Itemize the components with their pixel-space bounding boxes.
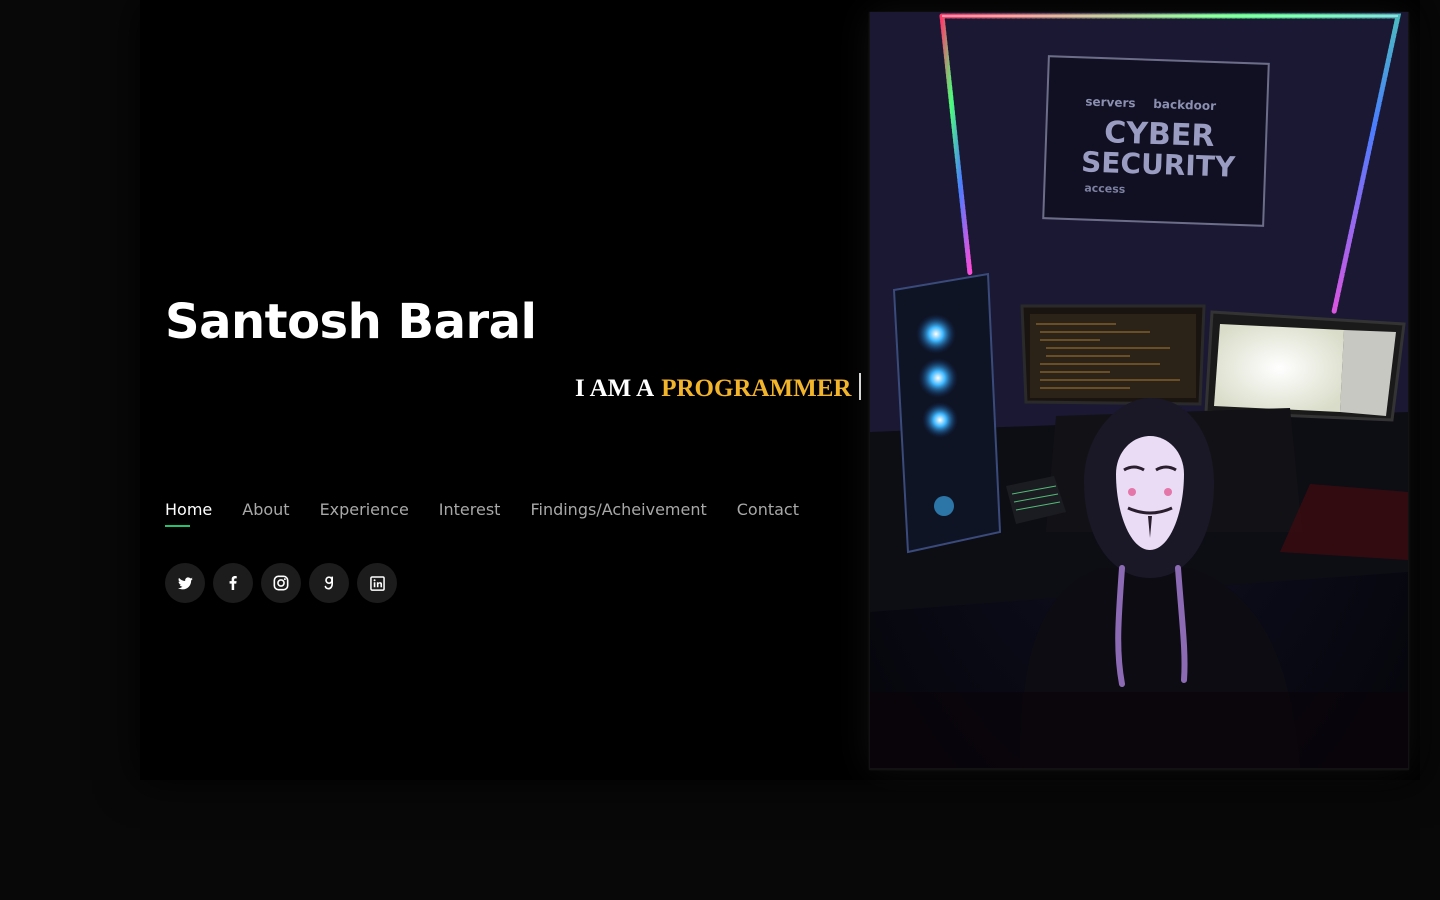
nav-findings-achievement[interactable]: Findings/Acheivement xyxy=(530,498,706,522)
hero-tagline: I AM A PROGRAMMER xyxy=(575,372,862,406)
poster-line-security: SECURITY xyxy=(1081,145,1237,183)
instagram-icon xyxy=(273,575,289,591)
nav-interest[interactable]: Interest xyxy=(439,498,501,522)
page: Santosh Baral I AM A PROGRAMMER Home Abou… xyxy=(0,0,1440,900)
profile-photo-frame: servers backdoor CYBER SECURITY access xyxy=(869,12,1409,770)
twitter-icon xyxy=(177,576,193,589)
nav-contact[interactable]: Contact xyxy=(737,498,799,522)
main-nav: Home About Experience Interest Findings/… xyxy=(165,498,799,527)
tagline-role: PROGRAMMER xyxy=(661,375,852,402)
poster-word-access: access xyxy=(1084,182,1126,196)
nav-about[interactable]: About xyxy=(242,498,289,522)
nav-home[interactable]: Home xyxy=(165,498,212,527)
social-links xyxy=(165,563,397,603)
typing-cursor xyxy=(859,373,862,400)
nav-experience[interactable]: Experience xyxy=(320,498,409,522)
goodreads-link[interactable] xyxy=(309,563,349,603)
linkedin-icon xyxy=(369,575,385,591)
instagram-link[interactable] xyxy=(261,563,301,603)
profile-photo-illustration: servers backdoor CYBER SECURITY access xyxy=(870,12,1408,768)
twitter-link[interactable] xyxy=(165,563,205,603)
goodreads-icon xyxy=(324,575,333,590)
tagline-prefix: I AM A xyxy=(575,375,655,402)
hero-name: Santosh Baral xyxy=(165,294,537,350)
profile-photo: servers backdoor CYBER SECURITY access xyxy=(870,12,1408,768)
poster-word-backdoor: backdoor xyxy=(1153,97,1216,113)
poster-word-servers: servers xyxy=(1085,95,1136,111)
facebook-link[interactable] xyxy=(213,563,253,603)
facebook-icon xyxy=(229,576,237,590)
linkedin-link[interactable] xyxy=(357,563,397,603)
